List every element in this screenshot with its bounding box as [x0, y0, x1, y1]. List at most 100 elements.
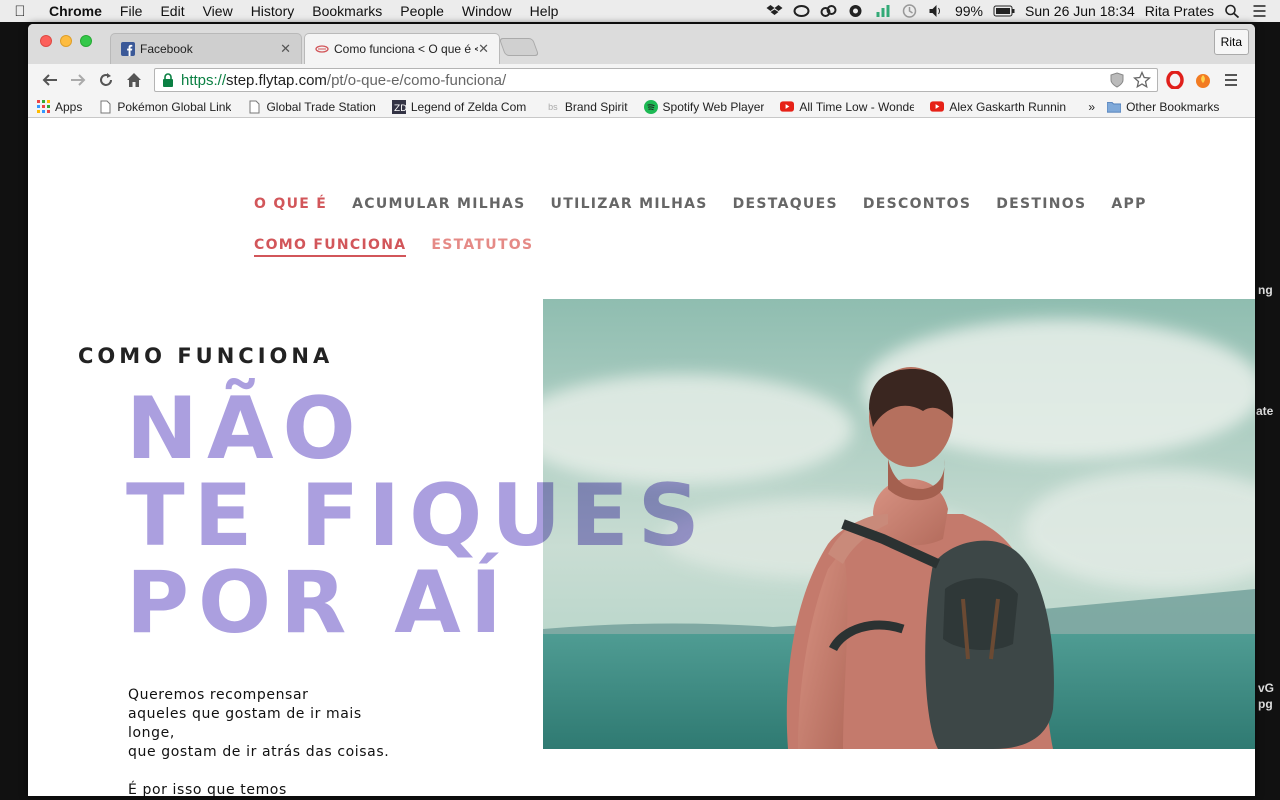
- tab-title: Facebook: [140, 42, 193, 56]
- shield-icon[interactable]: [1109, 72, 1125, 88]
- nav-utilizar-milhas[interactable]: UTILIZAR MILHAS: [551, 196, 708, 212]
- tab-como-funciona[interactable]: Como funciona < O que é < ✕: [304, 33, 500, 64]
- stats-icon[interactable]: [874, 4, 891, 18]
- home-button[interactable]: [120, 66, 148, 94]
- menu-history[interactable]: History: [242, 3, 304, 19]
- battery-percent: 99%: [954, 3, 983, 19]
- flytap-icon: [315, 42, 329, 56]
- volume-icon[interactable]: [928, 4, 945, 18]
- menu-app-name[interactable]: Chrome: [40, 3, 111, 19]
- profile-button[interactable]: Rita: [1213, 29, 1249, 55]
- bookmark-star-icon[interactable]: [1133, 71, 1151, 89]
- bookmarks-overflow-chevron[interactable]: »: [1088, 100, 1095, 114]
- svg-text:ZD: ZD: [394, 104, 406, 114]
- opera-extension-icon[interactable]: [1164, 69, 1186, 91]
- bookmark-apps[interactable]: Apps: [36, 100, 82, 114]
- bookmark-label: Alex Gaskarth Runnin: [949, 99, 1067, 114]
- address-bar[interactable]: https://step.flytap.com/pt/o-que-e/como-…: [154, 68, 1158, 92]
- tab-facebook[interactable]: Facebook ✕: [110, 33, 302, 64]
- facebook-icon: [121, 42, 135, 56]
- bookmark-label: Apps: [55, 99, 83, 114]
- menu-people[interactable]: People: [391, 3, 453, 19]
- menu-bookmarks[interactable]: Bookmarks: [303, 3, 391, 19]
- tab-title: Como funciona < O que é <: [334, 42, 479, 56]
- desktop-label-fragment: ng: [1258, 283, 1273, 297]
- home-icon: [127, 73, 141, 87]
- bookmark-label: All Time Low - Wonde: [799, 99, 915, 114]
- screen-record-icon[interactable]: [847, 4, 864, 18]
- bookmark-global-trade-station[interactable]: Global Trade Station: [247, 100, 376, 114]
- headline-line: NÃO: [126, 379, 365, 479]
- nav-descontos[interactable]: DESCONTOS: [863, 196, 971, 212]
- minimize-window-button[interactable]: [60, 35, 72, 47]
- secure-lock-icon[interactable]: [161, 73, 175, 87]
- menu-view[interactable]: View: [194, 3, 242, 19]
- close-tab-icon[interactable]: ✕: [280, 41, 291, 57]
- battery-icon[interactable]: [993, 4, 1015, 18]
- new-tab-button[interactable]: [498, 38, 540, 56]
- menu-help[interactable]: Help: [521, 3, 568, 19]
- section-label: COMO FUNCIONA: [78, 344, 334, 368]
- reload-button[interactable]: [92, 66, 120, 94]
- bookmark-spotify[interactable]: Spotify Web Player: [643, 99, 765, 114]
- os-menubar:  Chrome File Edit View History Bookmark…: [0, 0, 1280, 22]
- bookmarks-bar: Apps Pokémon Global Link Global Trade St…: [28, 96, 1255, 118]
- zelda-icon: ZD: [391, 99, 406, 114]
- bookmark-alex-gaskarth[interactable]: Alex Gaskarth Runnin: [930, 100, 1066, 114]
- subnav-como-funciona[interactable]: COMO FUNCIONA: [254, 237, 407, 257]
- menu-window[interactable]: Window: [453, 3, 521, 19]
- dropbox-icon[interactable]: [766, 4, 783, 18]
- nav-acumular-milhas[interactable]: ACUMULAR MILHAS: [352, 196, 525, 212]
- desktop-label-fragment: ate: [1256, 404, 1274, 418]
- intro-text: Queremos recompensar aqueles que gostam …: [128, 686, 408, 796]
- creative-cloud-icon[interactable]: [820, 4, 837, 18]
- nav-o-que-e[interactable]: O QUE É: [254, 196, 327, 212]
- chrome-menu-icon[interactable]: [1220, 69, 1242, 91]
- bookmark-label: Brand Spirit: [564, 99, 628, 114]
- web-page: O QUE É ACUMULAR MILHAS UTILIZAR MILHAS …: [28, 118, 1255, 796]
- intro-line: que gostam de ir atrás das coisas.: [128, 744, 390, 760]
- sync-icon[interactable]: [793, 4, 810, 18]
- nav-destaques[interactable]: DESTAQUES: [733, 196, 838, 212]
- forward-button[interactable]: [64, 66, 92, 94]
- notification-center-icon[interactable]: [1251, 4, 1268, 18]
- bookmark-brand-spirit[interactable]: bs Brand Spirit: [546, 99, 628, 114]
- page-icon: [98, 100, 112, 114]
- intro-line: É por isso que temos: [128, 782, 287, 796]
- back-button[interactable]: [36, 66, 64, 94]
- url-path: /pt/o-que-e/como-funciona/: [326, 71, 507, 89]
- bookmark-label: Spotify Web Player: [662, 99, 765, 114]
- close-tab-icon[interactable]: ✕: [478, 41, 489, 57]
- clock[interactable]: Sun 26 Jun 18:34: [1025, 3, 1135, 19]
- folder-icon: [1107, 100, 1122, 114]
- other-bookmarks[interactable]: Other Bookmarks: [1107, 100, 1219, 114]
- menu-file[interactable]: File: [111, 3, 152, 19]
- zoom-window-button[interactable]: [80, 35, 92, 47]
- forward-arrow-icon: [71, 74, 86, 86]
- nav-app[interactable]: APP: [1111, 196, 1146, 212]
- url-scheme: https://: [181, 71, 227, 89]
- back-arrow-icon: [42, 74, 57, 86]
- hero-headline: NÃO TE FIQUES POR AÍ: [126, 386, 709, 647]
- bookmark-zelda[interactable]: ZD Legend of Zelda Com: [391, 99, 530, 114]
- time-machine-icon[interactable]: [901, 4, 918, 18]
- main-navigation: O QUE É ACUMULAR MILHAS UTILIZAR MILHAS …: [254, 196, 1172, 212]
- user-name[interactable]: Rita Prates: [1145, 3, 1214, 19]
- tab-strip: Facebook ✕ Como funciona < O que é < ✕ R…: [28, 24, 1255, 64]
- youtube-icon: [780, 100, 795, 114]
- spotlight-icon[interactable]: [1224, 4, 1241, 18]
- apple-icon[interactable]: : [0, 3, 40, 20]
- youtube-icon: [930, 100, 945, 114]
- fire-extension-icon[interactable]: [1192, 69, 1214, 91]
- close-window-button[interactable]: [40, 35, 52, 47]
- nav-destinos[interactable]: DESTINOS: [996, 196, 1086, 212]
- bookmark-pokemon-global-link[interactable]: Pokémon Global Link: [98, 100, 231, 114]
- menu-edit[interactable]: Edit: [151, 3, 193, 19]
- sub-navigation: COMO FUNCIONA ESTATUTOS: [254, 237, 533, 257]
- subnav-estatutos[interactable]: ESTATUTOS: [431, 237, 533, 257]
- bookmark-all-time-low[interactable]: All Time Low - Wonde: [780, 100, 914, 114]
- apps-grid-icon: [36, 100, 50, 114]
- desktop-label-fragment: vG: [1258, 681, 1275, 695]
- bookmark-label: Legend of Zelda Com: [410, 99, 527, 114]
- browser-window: Facebook ✕ Como funciona < O que é < ✕ R…: [28, 24, 1255, 796]
